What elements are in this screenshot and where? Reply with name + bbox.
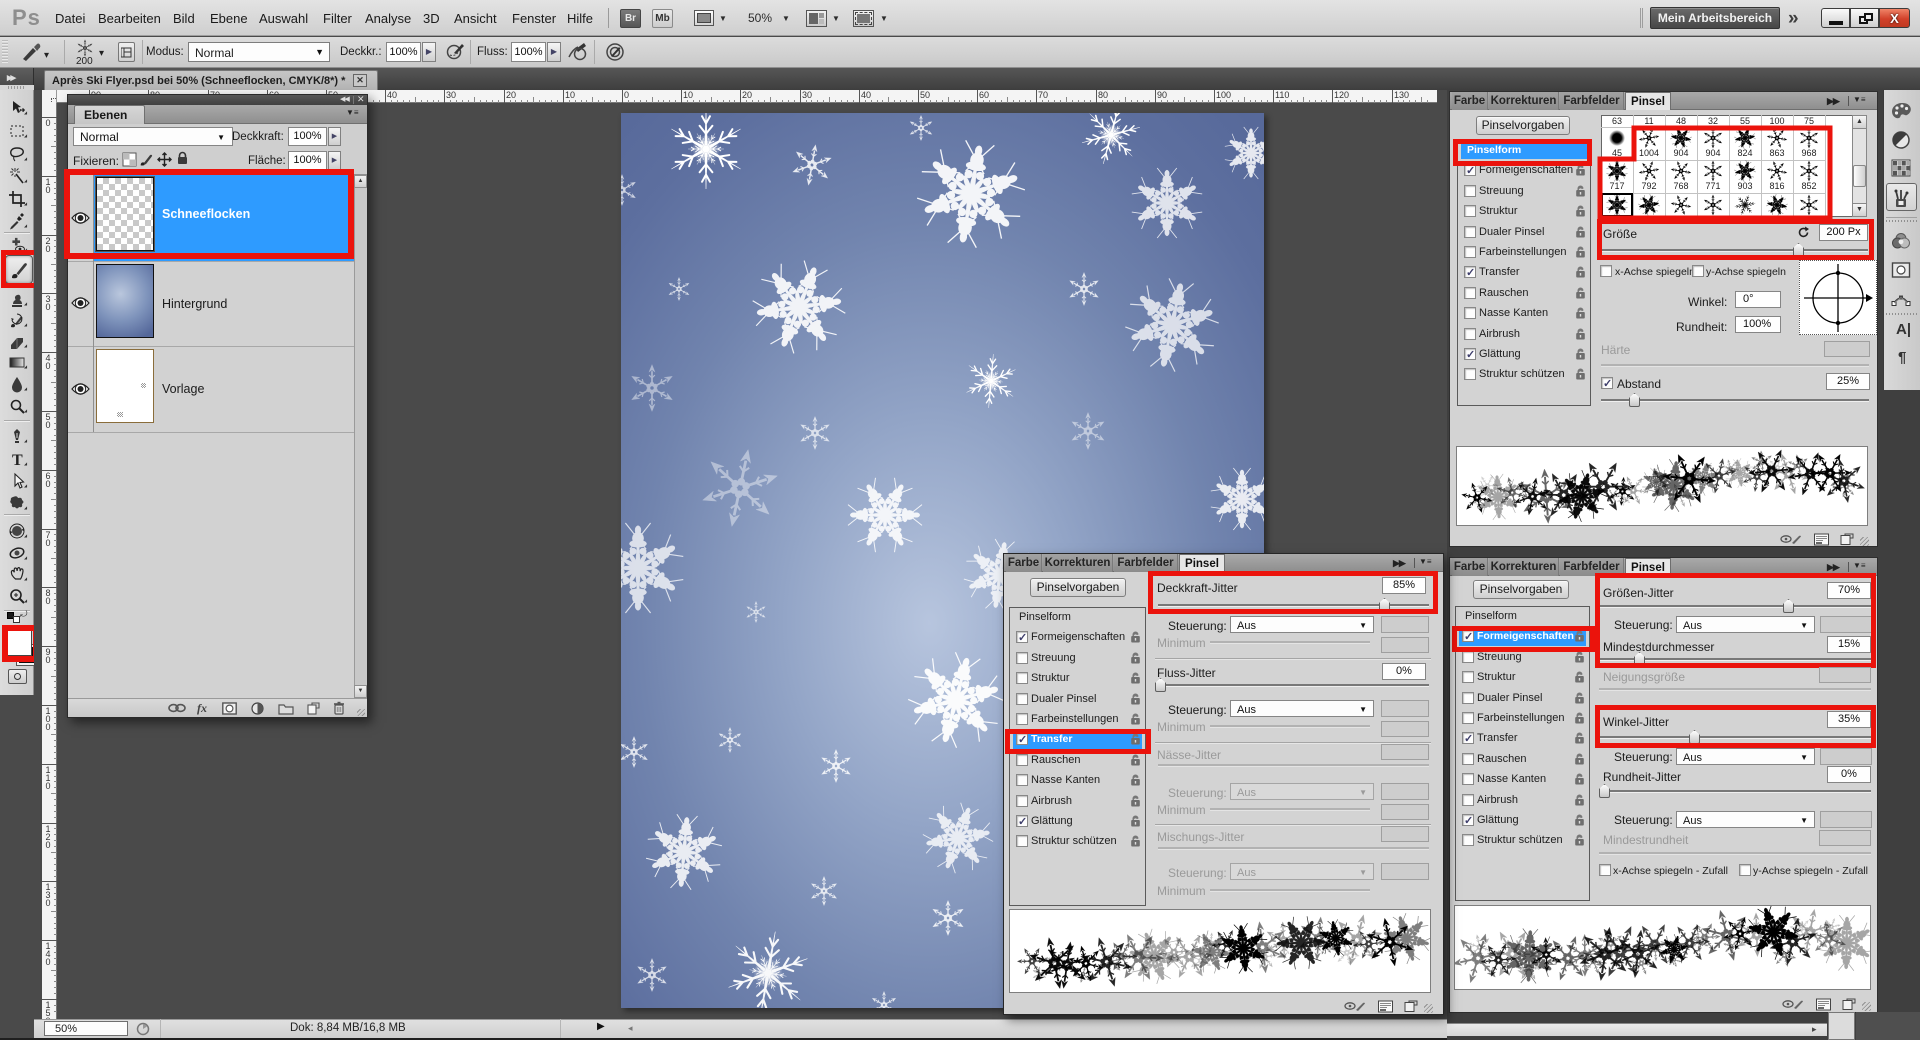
svg-text:T: T: [12, 452, 23, 468]
